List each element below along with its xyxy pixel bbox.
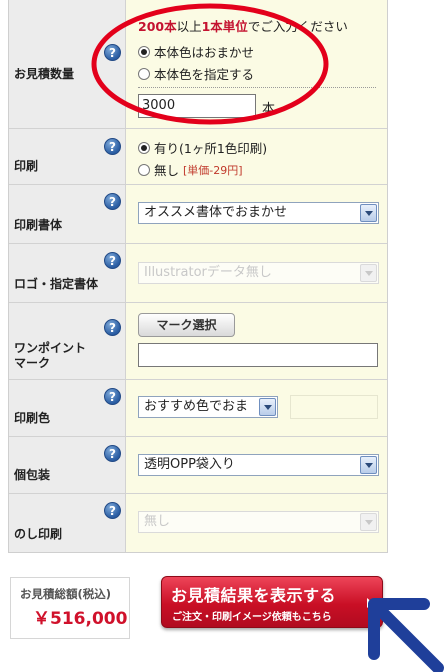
total-box: お見積総額(税込) ￥516,000 [10, 577, 130, 639]
total-value: ￥516,000 [33, 609, 128, 629]
help-icon[interactable]: ? [104, 138, 121, 155]
packaging-select[interactable]: 透明OPP袋入り [138, 454, 379, 476]
noshi-label: のし印刷 [14, 527, 63, 541]
show-estimate-button[interactable]: お見積結果を表示する ご注文・印刷イメージ依頼もこちら [161, 576, 383, 628]
packaging-label-cell: ? 個包装 [9, 437, 126, 493]
arrow-right-icon [367, 598, 373, 608]
printing-label-cell: ? 印刷 [9, 129, 126, 184]
help-icon[interactable]: ? [104, 193, 121, 210]
help-icon[interactable]: ? [104, 319, 121, 336]
printing-label: 印刷 [14, 159, 39, 173]
label-line: ワンポイント [14, 341, 87, 355]
noshi-label-cell: ? のし印刷 [9, 494, 126, 552]
packaging-label: 個包装 [14, 468, 51, 482]
quantity-label-cell: ? お見積数量 [9, 0, 126, 128]
color-swatch [290, 395, 378, 419]
chevron-down-icon[interactable] [360, 204, 377, 222]
chevron-down-icon[interactable] [360, 456, 377, 474]
logo-row: ? ロゴ・指定書体 Illustratorデータ無し [9, 243, 387, 302]
quantity-notice: 200本以上1本単位でご入力ください [138, 16, 348, 35]
print-color-label-cell: ? 印刷色 [9, 380, 126, 436]
mark-input[interactable] [138, 343, 378, 367]
radio-button[interactable] [138, 163, 150, 176]
total-label: お見積総額(税込) [20, 587, 112, 601]
notice-min: 200本 [138, 19, 177, 34]
logo-value-cell: Illustratorデータ無し [126, 244, 387, 302]
radio-print-yes[interactable]: 有り(1ヶ所1色印刷) [138, 138, 267, 157]
quantity-value-cell: 200本以上1本単位でご入力ください 本体色はおまかせ 本体色を指定する 300… [126, 0, 387, 128]
radio-label: 有り(1ヶ所1色印刷) [154, 141, 268, 156]
select-value: オススメ書体でおまかせ [144, 205, 288, 220]
estimate-form: ? お見積数量 200本以上1本単位でご入力ください 本体色はおまかせ 本体色を… [8, 0, 388, 553]
logo-select[interactable]: Illustratorデータ無し [138, 262, 379, 284]
chevron-down-icon[interactable] [259, 398, 276, 416]
print-color-value-cell: おすすめ色でおま [126, 380, 387, 436]
quantity-row: ? お見積数量 200本以上1本単位でご入力ください 本体色はおまかせ 本体色を… [9, 0, 387, 128]
noshi-select[interactable]: 無し [138, 511, 379, 533]
notice-unit: 1本単位 [201, 19, 248, 34]
radio-label: 無し [154, 163, 180, 178]
packaging-value-cell: 透明OPP袋入り [126, 437, 387, 493]
radio-color-specify[interactable]: 本体色を指定する [138, 64, 254, 83]
notice-tail: でご入力ください [247, 19, 348, 34]
noshi-value-cell: 無し [126, 494, 387, 552]
pointer-arrow-icon [368, 598, 444, 672]
radio-label: 本体色はおまかせ [154, 45, 255, 60]
help-icon[interactable]: ? [104, 44, 121, 61]
onepoint-value-cell: マーク選択 [126, 303, 387, 379]
help-icon[interactable]: ? [104, 252, 121, 269]
radio-button[interactable] [138, 67, 150, 80]
font-label-cell: ? 印刷書体 [9, 185, 126, 243]
logo-label: ロゴ・指定書体 [14, 277, 99, 291]
help-icon[interactable]: ? [104, 388, 121, 405]
help-icon[interactable]: ? [104, 445, 121, 462]
help-icon[interactable]: ? [104, 502, 121, 519]
radio-color-auto[interactable]: 本体色はおまかせ [138, 42, 254, 61]
radio-button[interactable] [138, 141, 150, 154]
print-color-row: ? 印刷色 おすすめ色でおま [9, 379, 387, 436]
divider [138, 87, 376, 88]
onepoint-label-cell: ? ワンポイント マーク [9, 303, 126, 379]
radio-print-no[interactable]: 無し [単価-29円] [138, 160, 243, 179]
notice-mid: 以上 [176, 19, 202, 34]
onepoint-label: ワンポイント マーク [14, 341, 86, 371]
print-color-select[interactable]: おすすめ色でおま [138, 396, 278, 418]
select-value: 透明OPP袋入り [144, 457, 235, 472]
quantity-label: お見積数量 [14, 67, 75, 81]
noshi-row: ? のし印刷 無し [9, 493, 387, 552]
font-label: 印刷書体 [14, 218, 63, 232]
font-value-cell: オススメ書体でおまかせ [126, 185, 387, 243]
label-line: マーク [14, 356, 51, 370]
cta-main-label: お見積結果を表示する [171, 586, 337, 605]
font-row: ? 印刷書体 オススメ書体でおまかせ [9, 184, 387, 243]
quantity-input[interactable]: 3000 [138, 94, 256, 118]
print-color-label: 印刷色 [14, 411, 51, 425]
font-select[interactable]: オススメ書体でおまかせ [138, 202, 379, 224]
onepoint-row: ? ワンポイント マーク マーク選択 [9, 302, 387, 379]
printing-value-cell: 有り(1ヶ所1色印刷) 無し [単価-29円] [126, 129, 387, 184]
quantity-unit: 本 [262, 102, 276, 117]
radio-label: 本体色を指定する [154, 67, 255, 82]
radio-button[interactable] [138, 45, 150, 58]
cta-sub-label: ご注文・印刷イメージ依頼もこちら [172, 612, 332, 623]
printing-row: ? 印刷 有り(1ヶ所1色印刷) 無し [単価-29円] [9, 128, 387, 184]
mark-select-button[interactable]: マーク選択 [138, 313, 235, 337]
select-value: おすすめ色でおま [144, 399, 249, 414]
chevron-down-icon[interactable] [360, 264, 377, 282]
select-value: 無し [144, 514, 171, 529]
logo-label-cell: ? ロゴ・指定書体 [9, 244, 126, 302]
chevron-down-icon[interactable] [360, 513, 377, 531]
price-note: [単価-29円] [183, 163, 243, 177]
select-value: Illustratorデータ無し [144, 265, 272, 280]
packaging-row: ? 個包装 透明OPP袋入り [9, 436, 387, 493]
